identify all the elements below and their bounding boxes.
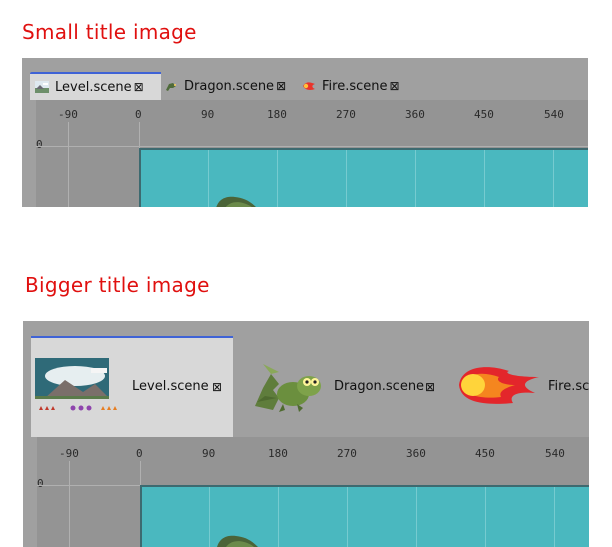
ruler-x-label: 360	[405, 108, 425, 121]
dragon-sprite-icon[interactable]	[213, 194, 263, 207]
big-title-heading: Bigger title image	[25, 273, 210, 297]
dragon-icon	[166, 83, 176, 91]
small-tab-dragon-label: Dragon.scene	[184, 78, 275, 94]
ruler-x-label: -90	[59, 447, 79, 460]
small-tab-dragon[interactable]: Dragon.scene ⊠	[164, 72, 294, 100]
big-tab-fire[interactable]: Fire.sc	[453, 336, 589, 437]
level-thumbnail-icon	[35, 81, 49, 93]
grid-line	[484, 150, 485, 207]
small-tab-level-label: Level.scene	[55, 79, 132, 95]
small-tab-bar: Level.scene ⊠ Dragon.scene ⊠ Fire.scene …	[22, 58, 588, 100]
ruler-x-label: 90	[202, 447, 216, 460]
dragon-sprite-icon[interactable]	[214, 533, 264, 547]
dragon-icon	[255, 364, 321, 412]
small-title-heading: Small title image	[22, 20, 197, 44]
grid-line	[346, 150, 347, 207]
ruler-x-label: 180	[268, 447, 288, 460]
fire-icon	[303, 82, 315, 90]
ruler-x-label: 90	[201, 108, 215, 121]
grid-line	[485, 487, 486, 547]
small-editor-panel: Level.scene ⊠ Dragon.scene ⊠ Fire.scene …	[22, 58, 588, 207]
close-icon[interactable]: ⊠	[425, 380, 435, 394]
scene-area[interactable]	[140, 485, 589, 547]
grid-line	[415, 150, 416, 207]
fire-icon	[459, 367, 539, 404]
ruler-y-label: 0	[37, 477, 44, 490]
grid-line	[36, 146, 588, 147]
grid-line	[554, 487, 555, 547]
small-tab-fire[interactable]: Fire.scene ⊠	[302, 72, 422, 100]
grid-line	[68, 122, 69, 207]
ruler-x-label: 540	[544, 108, 564, 121]
level-thumbnail-icon	[35, 358, 117, 411]
ruler-x-label: 450	[474, 108, 494, 121]
big-tab-level-label: Level.scene	[132, 379, 209, 394]
grid-line	[209, 487, 210, 547]
ruler-x-label: 270	[337, 447, 357, 460]
big-tab-level[interactable]: Level.scene ⊠	[31, 336, 233, 437]
ruler-x-label: 270	[336, 108, 356, 121]
small-tab-fire-label: Fire.scene	[322, 78, 388, 94]
ruler-y-label: 0	[36, 138, 43, 151]
ruler-x-label: -90	[58, 108, 78, 121]
big-tab-dragon[interactable]: Dragon.scene ⊠	[243, 336, 443, 437]
big-tab-dragon-label: Dragon.scene	[334, 379, 425, 394]
close-icon[interactable]: ⊠	[134, 80, 144, 94]
ruler-x-label: 540	[545, 447, 565, 460]
big-tab-bar: Level.scene ⊠ Dragon.scene ⊠ Fire.sc	[23, 321, 589, 437]
ruler-x-label: 450	[475, 447, 495, 460]
ruler-x-label: 0	[135, 108, 142, 121]
grid-line	[278, 487, 279, 547]
big-tab-fire-label: Fire.sc	[548, 379, 589, 394]
small-tab-level[interactable]: Level.scene ⊠	[30, 72, 161, 100]
scene-area[interactable]	[139, 148, 588, 207]
close-icon[interactable]: ⊠	[276, 79, 286, 93]
grid-line	[416, 487, 417, 547]
ruler-x-label: 360	[406, 447, 426, 460]
grid-line	[69, 461, 70, 547]
close-icon[interactable]: ⊠	[212, 380, 222, 394]
grid-line	[277, 150, 278, 207]
ruler-x-label: 0	[136, 447, 143, 460]
close-icon[interactable]: ⊠	[390, 79, 400, 93]
big-scene-editor[interactable]: -90 0 90 180 270 360 450 540 0	[37, 437, 589, 547]
grid-line	[208, 150, 209, 207]
grid-line	[553, 150, 554, 207]
ruler-x-label: 180	[267, 108, 287, 121]
grid-line	[347, 487, 348, 547]
small-scene-editor[interactable]: -90 0 90 180 270 360 450 540 0	[36, 100, 588, 207]
big-editor-panel: Level.scene ⊠ Dragon.scene ⊠ Fire.sc -90…	[23, 321, 589, 547]
